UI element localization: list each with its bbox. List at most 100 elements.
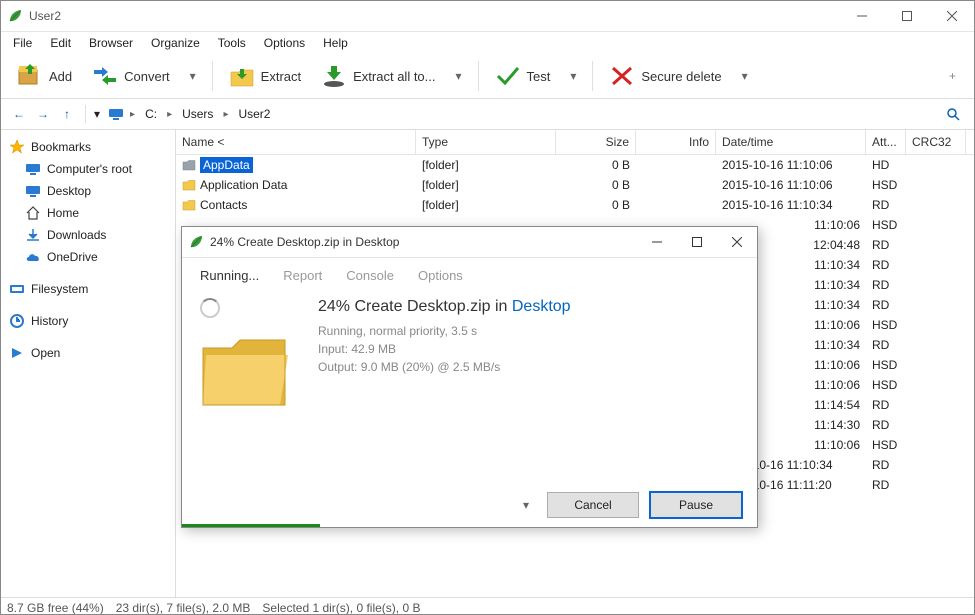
- add-button[interactable]: Add: [9, 60, 80, 92]
- cancel-button[interactable]: Cancel: [547, 492, 639, 518]
- menu-edit[interactable]: Edit: [42, 34, 79, 52]
- tab-report[interactable]: Report: [283, 268, 322, 283]
- progress-bar: [182, 524, 320, 527]
- add-label: Add: [49, 69, 72, 84]
- extract-all-label: Extract all to...: [353, 69, 435, 84]
- table-row[interactable]: Contacts[folder]0 B2015-10-16 11:10:34RD: [176, 195, 974, 215]
- monitor-icon: [25, 161, 41, 177]
- test-label: Test: [527, 69, 551, 84]
- tab-options[interactable]: Options: [418, 268, 463, 283]
- dialog-expand-toggle[interactable]: ▾: [515, 494, 537, 516]
- convert-label: Convert: [124, 69, 170, 84]
- home-icon: [25, 205, 41, 221]
- convert-button[interactable]: Convert: [84, 60, 178, 92]
- monitor-icon: [25, 183, 41, 199]
- dialog-close[interactable]: [717, 227, 757, 257]
- download-icon: [25, 227, 41, 243]
- extract-all-button[interactable]: Extract all to...: [313, 60, 443, 92]
- menu-tools[interactable]: Tools: [210, 34, 254, 52]
- sidebar-bookmarks[interactable]: Bookmarks: [5, 136, 171, 158]
- dialog-minimize[interactable]: [637, 227, 677, 257]
- dialog-meta-3: Output: 9.0 MB (20%) @ 2.5 MB/s: [318, 358, 739, 376]
- app-icon: [188, 234, 204, 250]
- col-crc[interactable]: CRC32: [906, 130, 966, 154]
- dialog-title: 24% Create Desktop.zip in Desktop: [210, 235, 637, 249]
- nav-back[interactable]: ←: [9, 104, 29, 124]
- row-name: Application Data: [200, 178, 287, 192]
- breadcrumb-root[interactable]: C:: [141, 105, 161, 123]
- nav-forward[interactable]: →: [33, 104, 53, 124]
- maximize-button[interactable]: [884, 1, 929, 31]
- sidebar-item-desktop[interactable]: Desktop: [5, 180, 171, 202]
- sidebar-item-downloads[interactable]: Downloads: [5, 224, 171, 246]
- sidebar-item-label: OneDrive: [47, 250, 98, 264]
- pause-button[interactable]: Pause: [649, 491, 743, 519]
- col-att[interactable]: Att...: [866, 130, 906, 154]
- toolbar-add-more[interactable]: +: [939, 65, 966, 87]
- status-left: 8.7 GB free (44%): [7, 601, 104, 615]
- secure-delete-button[interactable]: Secure delete: [601, 60, 729, 92]
- sidebar-item-home[interactable]: Home: [5, 202, 171, 224]
- tab-console[interactable]: Console: [346, 268, 394, 283]
- column-headers: Name < Type Size Info Date/time Att... C…: [176, 130, 974, 155]
- sidebar-item-computers-root[interactable]: Computer's root: [5, 158, 171, 180]
- nav-bar: ← → ↑ ▾ ▸ C: ▸ Users ▸ User2: [1, 99, 974, 130]
- extract-button[interactable]: Extract: [221, 60, 309, 92]
- sidebar-filesystem[interactable]: Filesystem: [5, 278, 171, 300]
- menu-help[interactable]: Help: [315, 34, 356, 52]
- test-dropdown[interactable]: ▾: [562, 65, 584, 87]
- breadcrumb-dropdown[interactable]: ▾: [94, 107, 100, 121]
- spinner-icon: [200, 298, 220, 318]
- app-icon: [7, 8, 23, 24]
- menu-organize[interactable]: Organize: [143, 34, 208, 52]
- drive-icon: [9, 281, 25, 297]
- sidebar-item-label: Desktop: [47, 184, 91, 198]
- extract-label: Extract: [261, 69, 301, 84]
- table-row[interactable]: AppData[folder]0 B2015-10-16 11:10:06HD: [176, 155, 974, 175]
- dialog-meta-2: Input: 42.9 MB: [318, 340, 739, 358]
- play-icon: [9, 345, 25, 361]
- close-button[interactable]: [929, 1, 974, 31]
- menu-options[interactable]: Options: [256, 34, 313, 52]
- convert-dropdown[interactable]: ▾: [182, 65, 204, 87]
- col-date[interactable]: Date/time: [716, 130, 866, 154]
- table-row[interactable]: Application Data[folder]0 B2015-10-16 11…: [176, 175, 974, 195]
- window-title: User2: [29, 9, 839, 23]
- progress-dialog: 24% Create Desktop.zip in Desktop Runnin…: [181, 226, 758, 528]
- status-right: Selected 1 dir(s), 0 file(s), 0 B: [262, 601, 420, 615]
- sidebar-history-label: History: [31, 314, 68, 328]
- breadcrumb-part-0[interactable]: Users: [178, 105, 217, 123]
- sidebar-open[interactable]: Open: [5, 342, 171, 364]
- status-mid: 23 dir(s), 7 file(s), 2.0 MB: [116, 601, 251, 615]
- clock-icon: [9, 313, 25, 329]
- row-name: AppData: [200, 157, 253, 173]
- folder-icon: [182, 199, 196, 211]
- cloud-icon: [25, 249, 41, 265]
- sidebar-item-label: Home: [47, 206, 79, 220]
- dialog-maximize[interactable]: [677, 227, 717, 257]
- dialog-heading-link[interactable]: Desktop: [512, 298, 571, 315]
- col-size[interactable]: Size: [556, 130, 636, 154]
- menu-file[interactable]: File: [5, 34, 40, 52]
- sidebar-filesystem-label: Filesystem: [31, 282, 88, 296]
- secure-delete-dropdown[interactable]: ▾: [734, 65, 756, 87]
- col-type[interactable]: Type: [416, 130, 556, 154]
- row-name: Contacts: [200, 198, 247, 212]
- dialog-heading: 24% Create Desktop.zip in Desktop: [318, 298, 739, 316]
- nav-up[interactable]: ↑: [57, 104, 77, 124]
- dialog-body: 24% Create Desktop.zip in Desktop Runnin…: [182, 292, 757, 483]
- extract-all-dropdown[interactable]: ▾: [448, 65, 470, 87]
- sidebar-history[interactable]: History: [5, 310, 171, 332]
- test-button[interactable]: Test: [487, 60, 559, 92]
- sidebar-item-onedrive[interactable]: OneDrive: [5, 246, 171, 268]
- search-icon[interactable]: [946, 107, 966, 121]
- minimize-button[interactable]: [839, 1, 884, 31]
- folder-icon: [182, 159, 196, 171]
- menu-browser[interactable]: Browser: [81, 34, 141, 52]
- col-name[interactable]: Name <: [176, 130, 416, 154]
- col-info[interactable]: Info: [636, 130, 716, 154]
- star-icon: [9, 139, 25, 155]
- breadcrumb-part-1[interactable]: User2: [234, 105, 274, 123]
- big-folder-icon: [200, 330, 290, 410]
- tab-running[interactable]: Running...: [200, 268, 259, 283]
